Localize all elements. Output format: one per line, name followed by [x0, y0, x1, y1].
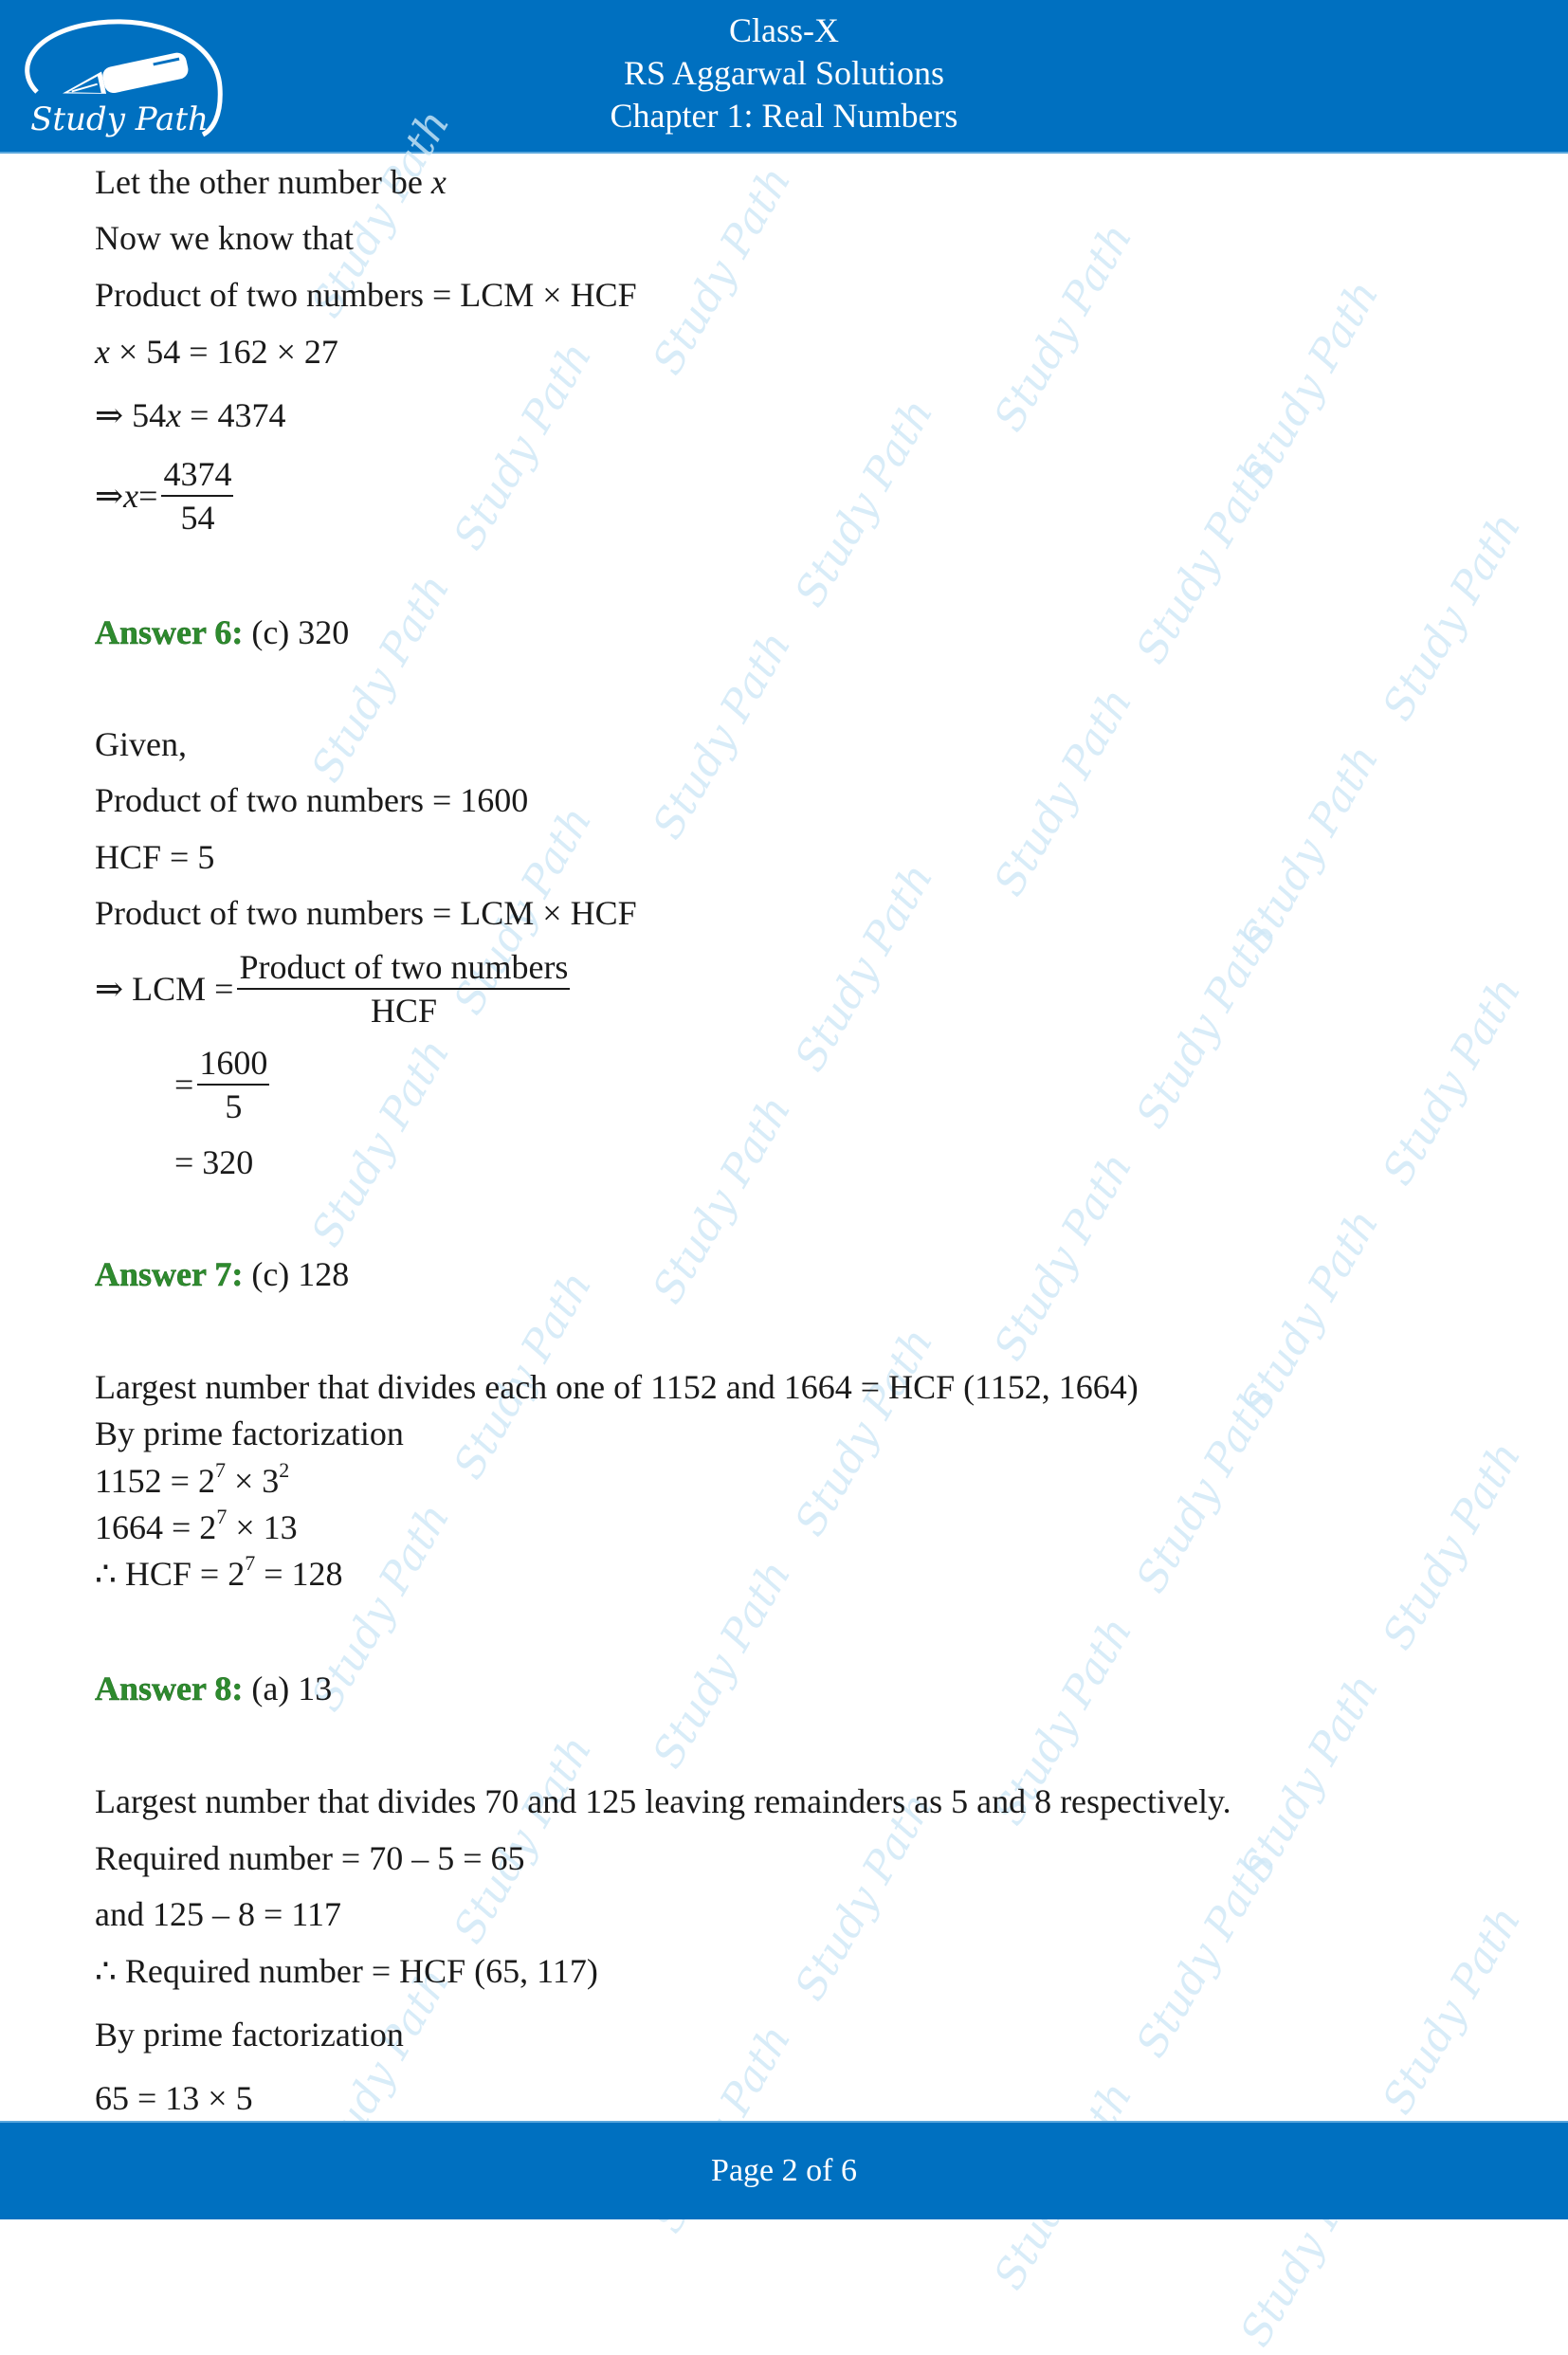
class-title: Class-X	[729, 11, 839, 49]
watermark-text: Study Path	[1231, 1201, 1389, 1426]
page-number: Page 2 of 6	[711, 2153, 857, 2188]
fraction-equation: ⇒ x = 4374 54	[95, 455, 234, 537]
text-line: and 125 – 8 = 117	[95, 1895, 341, 1933]
watermark-text: Study Path	[1126, 1377, 1285, 1601]
text-line: ∴ Required number = HCF (65, 117)	[95, 1952, 598, 1990]
watermark-text: Study Path	[984, 215, 1142, 440]
fraction: 4374 54	[161, 455, 234, 537]
page-header: Study Path Class-X RS Aggarwal Solutions…	[0, 0, 1568, 154]
text-line: By prime factorization	[95, 2016, 404, 2054]
watermark-text: Study Path	[984, 680, 1142, 904]
formula-line: Product of two numbers = LCM × HCF	[95, 276, 637, 314]
answer-label: Answer 6:	[95, 613, 244, 652]
fraction-equation: ⇒ LCM = Product of two numbers HCF	[95, 948, 571, 1030]
text-line: By prime factorization	[95, 1415, 404, 1452]
watermark-text: Study Path	[785, 391, 943, 615]
watermark-text: Study Path	[1373, 1898, 1531, 2123]
result-line: = 320	[174, 1143, 254, 1181]
watermark-text: Study Path	[1126, 912, 1285, 1137]
watermark-text: Study Path	[1126, 1841, 1285, 2066]
watermark-text: Study Path	[1373, 504, 1531, 729]
watermark-text: Study Path	[1126, 447, 1285, 672]
text-line: Given,	[95, 725, 187, 763]
text-line: Product of two numbers = 1600	[95, 781, 529, 819]
fraction-equation: = 1600 5	[174, 1044, 270, 1125]
chapter-title: Chapter 1: Real Numbers	[610, 97, 958, 135]
answer-6-heading: Answer 6: (c) 320	[95, 613, 350, 652]
watermark-text: Study Path	[301, 1031, 460, 1255]
text-line: Let the other number be x	[95, 163, 447, 201]
fraction: 1600 5	[197, 1044, 270, 1125]
watermark-text: Study Path	[643, 1552, 801, 1777]
text-line: Largest number that divides 70 and 125 l…	[95, 1782, 1231, 1820]
text-line: HCF = 5	[95, 838, 215, 876]
answer-7-heading: Answer 7: (c) 128	[95, 1255, 350, 1294]
watermark-text: Study Path	[643, 158, 801, 383]
watermark-text: Study Path	[1231, 272, 1389, 497]
watermark-text: Study Path	[444, 334, 602, 558]
answer-label: Answer 7:	[95, 1255, 244, 1294]
watermark-text: Study Path	[1373, 1433, 1531, 1658]
book-title: RS Aggarwal Solutions	[623, 54, 945, 92]
header-titles: Class-X RS Aggarwal Solutions Chapter 1:…	[0, 9, 1568, 137]
text-line: Now we know that	[95, 219, 354, 257]
fraction: Product of two numbers HCF	[237, 948, 571, 1030]
watermark-text: Study Path	[785, 1320, 943, 1544]
text-line: 65 = 13 × 5	[95, 2079, 253, 2117]
equation-line: ∴ HCF = 27 = 128	[95, 1551, 343, 1594]
watermark-text: Study Path	[984, 1144, 1142, 1369]
watermark-text: Study Path	[1373, 969, 1531, 1194]
answer-label: Answer 8:	[95, 1670, 244, 1708]
formula-line: Product of two numbers = LCM × HCF	[95, 894, 637, 932]
watermark-text: Study Path	[1231, 737, 1389, 961]
answer-8-heading: Answer 8: (a) 13	[95, 1670, 333, 1708]
equation-line: x × 54 = 162 × 27	[95, 333, 338, 371]
page-footer: Page 2 of 6	[0, 2121, 1568, 2219]
watermark-text: Study Path	[1231, 1666, 1389, 1890]
watermark-text: Study Path	[643, 623, 801, 848]
equation-line: ⇒ 54x = 4374	[95, 396, 286, 434]
equation-line: 1664 = 27 × 13	[95, 1505, 298, 1547]
watermark-layer: Study Path Study Path Study Path Study Path…	[0, 102, 1568, 2355]
watermark-text: Study Path	[301, 566, 460, 791]
watermark-text: Study Path	[785, 855, 943, 1080]
text-line: Largest number that divides each one of …	[95, 1368, 1139, 1406]
equation-line: 1152 = 27 × 32	[95, 1458, 290, 1501]
text-line: Required number = 70 – 5 = 65	[95, 1839, 525, 1877]
watermark-text: Study Path	[643, 1087, 801, 1312]
